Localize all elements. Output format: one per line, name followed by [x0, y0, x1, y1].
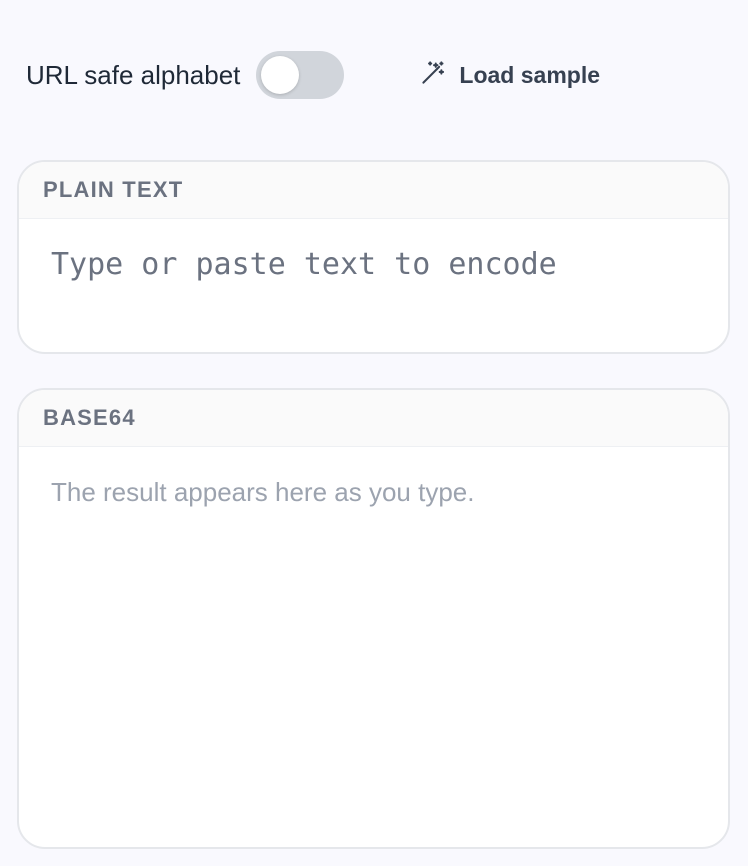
base64-panel: BASE64 [17, 388, 730, 849]
url-safe-label: URL safe alphabet [26, 60, 241, 90]
base64-output[interactable] [19, 447, 728, 847]
plain-text-panel: PLAIN TEXT [17, 160, 730, 354]
base64-header: BASE64 [19, 390, 728, 447]
plain-text-header: PLAIN TEXT [19, 162, 728, 219]
plain-text-input[interactable] [19, 219, 728, 352]
magic-wand-icon [420, 59, 459, 92]
base64-title: BASE64 [43, 405, 136, 430]
load-sample-button[interactable]: Load sample [420, 59, 600, 92]
toolbar: URL safe alphabet Load sample [26, 50, 722, 100]
load-sample-label: Load sample [459, 61, 601, 88]
plain-text-title: PLAIN TEXT [43, 177, 184, 202]
url-safe-toggle[interactable] [256, 51, 345, 99]
toggle-knob [261, 56, 300, 94]
